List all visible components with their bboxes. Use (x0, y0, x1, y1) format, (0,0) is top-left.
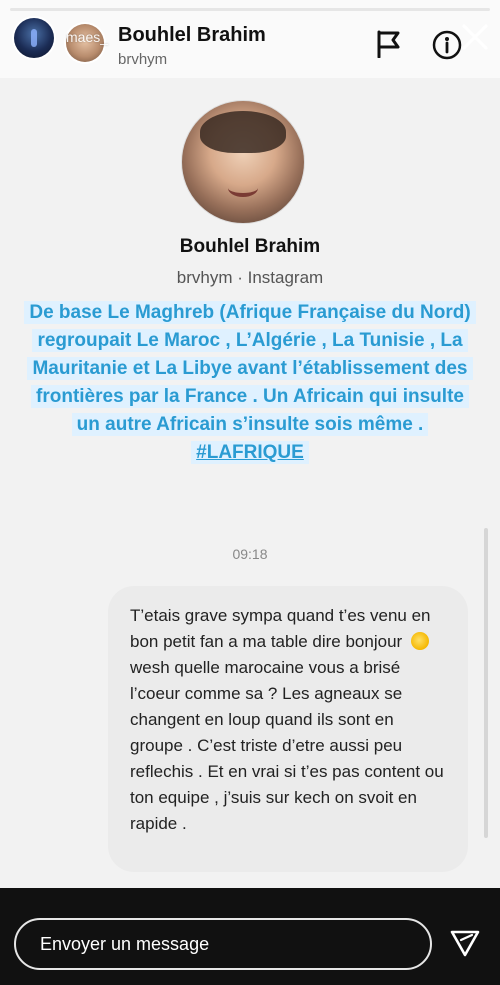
close-icon[interactable] (458, 20, 492, 54)
chat-scrollbar[interactable] (484, 528, 488, 838)
profile-meta: brvhym · Instagram (176, 268, 324, 287)
send-icon[interactable] (450, 928, 480, 958)
message-timestamp: 09:18 (232, 546, 268, 562)
hashtag-link[interactable]: #LAFRIQUE (191, 441, 309, 464)
message-text-part1: T’etais grave sympa quand t’es venu en b… (130, 606, 431, 651)
caption-text: De base Le Maghreb (Afrique Française du… (24, 301, 476, 436)
story-progress-bar (10, 8, 490, 11)
flag-icon[interactable] (376, 30, 402, 58)
message-text: T’etais grave sympa quand t’es venu en b… (130, 603, 450, 837)
story-author-avatar[interactable] (14, 18, 54, 58)
story-author-username[interactable]: maes_ (66, 29, 108, 45)
message-input[interactable]: Envoyer un message (14, 918, 432, 970)
thinking-face-icon (410, 632, 429, 650)
post-caption: De base Le Maghreb (Afrique Française du… (20, 299, 480, 467)
conversation-name[interactable]: Bouhlel Brahim (118, 24, 266, 47)
profile-photo[interactable] (181, 100, 305, 224)
message-text-part2: wesh quelle marocaine vous a brisé l’coe… (130, 658, 444, 833)
profile-name: Bouhlel Brahim (179, 236, 321, 257)
conversation-handle: brvhym (118, 51, 168, 68)
